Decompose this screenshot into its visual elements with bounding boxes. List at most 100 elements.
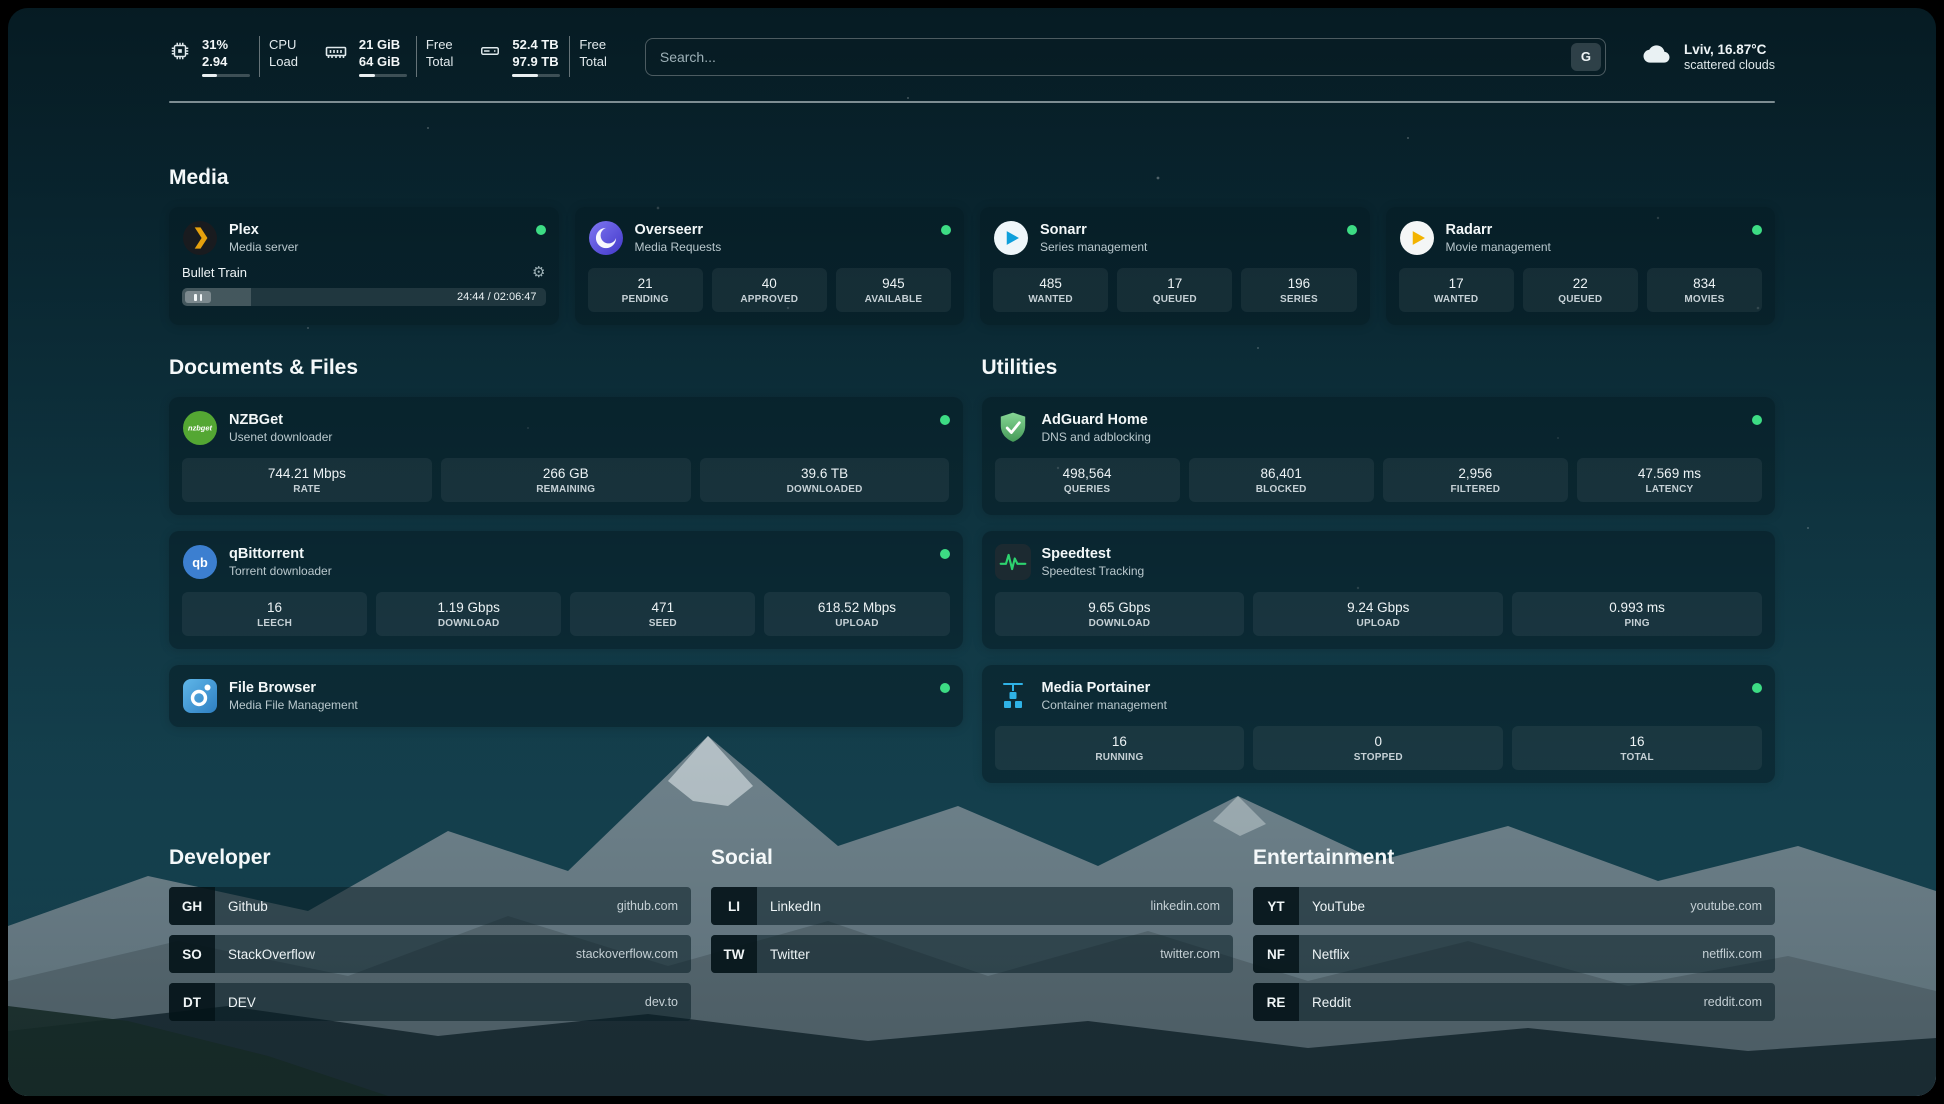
stat-label: QUEUED — [1527, 294, 1634, 305]
service-link-portainer[interactable]: Media Portainer Container management — [995, 678, 1763, 714]
stat-value: 471 — [574, 600, 751, 615]
status-dot — [940, 683, 950, 693]
top-bar: 31% 2.94 CPU Load — [169, 36, 1775, 77]
service-link-filebrowser[interactable]: File Browser Media File Management — [182, 678, 950, 714]
bookmarks-social: Social LI LinkedIn linkedin.com TW Twitt… — [711, 845, 1233, 1031]
service-link-adguard[interactable]: AdGuard Home DNS and adblocking — [995, 410, 1763, 446]
cpu-icon — [169, 40, 191, 67]
service-title: Overseerr — [635, 221, 722, 239]
stat-label: WANTED — [997, 294, 1104, 305]
stat-label: MOVIES — [1651, 294, 1758, 305]
section-title-documents: Documents & Files — [169, 355, 963, 381]
stat-tile: 618.52 MbpsUPLOAD — [764, 592, 949, 636]
service-subtitle: Usenet downloader — [229, 430, 332, 445]
stat-value: 86,401 — [1193, 466, 1370, 481]
stat-tile: 1.19 Gbps DOWNLOAD — [376, 592, 561, 636]
weather-widget: Lviv, 16.87°C scattered clouds — [1640, 41, 1775, 72]
bookmark-name: Github — [215, 899, 268, 914]
stat-label: REMAINING — [445, 484, 687, 495]
status-dot — [1752, 683, 1762, 693]
service-link-qbittorrent[interactable]: qb qBittorrent Torrent downloader — [182, 544, 950, 580]
bookmarks-entertainment: Entertainment YT YouTube youtube.com NF … — [1253, 845, 1775, 1031]
stat-tile: 40APPROVED — [712, 268, 827, 312]
service-link-overseerr[interactable]: Overseerr Media Requests — [588, 220, 952, 256]
cpu-widget: 31% 2.94 CPU Load — [169, 36, 298, 77]
bookmark-twitter[interactable]: TW Twitter twitter.com — [711, 935, 1233, 973]
stat-label: UPLOAD — [1257, 618, 1499, 629]
memory-meter-fill — [359, 74, 375, 77]
media-card-grid: Plex Media server Bullet Train ⚙ 24:44 /… — [169, 207, 1775, 325]
gear-icon[interactable]: ⚙ — [532, 265, 545, 280]
bookmark-abbr: RE — [1253, 983, 1299, 1021]
stat-value: 40 — [716, 276, 823, 291]
service-title: Radarr — [1446, 221, 1551, 239]
stat-tile: 47.569 msLATENCY — [1577, 458, 1762, 502]
search-provider-button[interactable]: G — [1571, 43, 1601, 71]
service-subtitle: Media Requests — [635, 240, 722, 255]
stat-label: RATE — [186, 484, 428, 495]
section-title-developer: Developer — [169, 845, 691, 871]
service-link-sonarr[interactable]: Sonarr Series management — [993, 220, 1357, 256]
bookmark-github[interactable]: GH Github github.com — [169, 887, 691, 925]
now-playing-title: Bullet Train — [182, 265, 247, 280]
service-link-plex[interactable]: Plex Media server — [182, 220, 546, 256]
service-link-radarr[interactable]: Radarr Movie management — [1399, 220, 1763, 256]
pause-button[interactable] — [185, 291, 211, 303]
portainer-stats: 16RUNNING 0STOPPED 16TOTAL — [995, 726, 1763, 770]
playback-time: 24:44 / 02:06:47 — [457, 291, 537, 303]
dashboard-screen: 31% 2.94 CPU Load — [8, 8, 1936, 1096]
service-link-nzbget[interactable]: nzbget NZBGet Usenet downloader — [182, 410, 950, 446]
stat-tile: 485WANTED — [993, 268, 1108, 312]
stat-label: DOWNLOAD — [380, 618, 557, 629]
service-subtitle: Torrent downloader — [229, 564, 332, 579]
stat-tile: 266 GBREMAINING — [441, 458, 691, 502]
card-portainer: Media Portainer Container management 16R… — [982, 665, 1776, 783]
section-documents: Documents & Files nzbget NZBGet Usenet d… — [169, 355, 963, 799]
stat-tile: 9.65 GbpsDOWNLOAD — [995, 592, 1245, 636]
bookmark-youtube[interactable]: YT YouTube youtube.com — [1253, 887, 1775, 925]
stat-value: 2,956 — [1387, 466, 1564, 481]
card-plex: Plex Media server Bullet Train ⚙ 24:44 /… — [169, 207, 559, 325]
service-title: File Browser — [229, 679, 358, 697]
sonarr-icon — [993, 220, 1029, 256]
disk-meter — [512, 74, 560, 77]
stat-tile: 16RUNNING — [995, 726, 1245, 770]
bookmark-name: YouTube — [1299, 899, 1365, 914]
bookmark-dev[interactable]: DT DEV dev.to — [169, 983, 691, 1021]
stat-label: QUERIES — [999, 484, 1176, 495]
stat-tile: 498,564QUERIES — [995, 458, 1180, 502]
bookmark-url: twitter.com — [1160, 947, 1233, 961]
bookmark-url: reddit.com — [1704, 995, 1775, 1009]
disk-icon — [479, 40, 501, 67]
service-link-speedtest[interactable]: Speedtest Speedtest Tracking — [995, 544, 1763, 580]
bookmark-linkedin[interactable]: LI LinkedIn linkedin.com — [711, 887, 1233, 925]
bookmark-abbr: GH — [169, 887, 215, 925]
memory-total-value: 64 GiB — [359, 53, 400, 70]
svg-text:qb: qb — [192, 555, 208, 570]
stat-tile: 471SEED — [570, 592, 755, 636]
stat-value: 1.19 Gbps — [380, 600, 557, 615]
search-input[interactable] — [645, 38, 1606, 76]
service-subtitle: Movie management — [1446, 240, 1551, 255]
card-qbittorrent: qb qBittorrent Torrent downloader 16LEEC… — [169, 531, 963, 649]
bookmark-stackoverflow[interactable]: SO StackOverflow stackoverflow.com — [169, 935, 691, 973]
card-nzbget: nzbget NZBGet Usenet downloader 744.21 M… — [169, 397, 963, 515]
section-title-media: Media — [169, 165, 1775, 191]
memory-widget: 21 GiB 64 GiB Free Total — [324, 36, 453, 77]
bookmark-reddit[interactable]: RE Reddit reddit.com — [1253, 983, 1775, 1021]
service-title: Speedtest — [1042, 545, 1145, 563]
stat-value: 0 — [1257, 734, 1499, 749]
card-adguard: AdGuard Home DNS and adblocking 498,564Q… — [982, 397, 1776, 515]
playback-progress-bar[interactable]: 24:44 / 02:06:47 — [182, 288, 546, 306]
status-dot — [1347, 225, 1357, 235]
card-sonarr: Sonarr Series management 485WANTED 17QUE… — [980, 207, 1370, 325]
stat-label: LATENCY — [1581, 484, 1758, 495]
bookmark-netflix[interactable]: NF Netflix netflix.com — [1253, 935, 1775, 973]
stat-tile: 16TOTAL — [1512, 726, 1762, 770]
stat-tile: 945AVAILABLE — [836, 268, 951, 312]
stat-tile: 9.24 GbpsUPLOAD — [1253, 592, 1503, 636]
service-subtitle: DNS and adblocking — [1042, 430, 1151, 445]
weather-condition: scattered clouds — [1684, 58, 1775, 72]
stat-label: SERIES — [1245, 294, 1352, 305]
bookmark-abbr: YT — [1253, 887, 1299, 925]
